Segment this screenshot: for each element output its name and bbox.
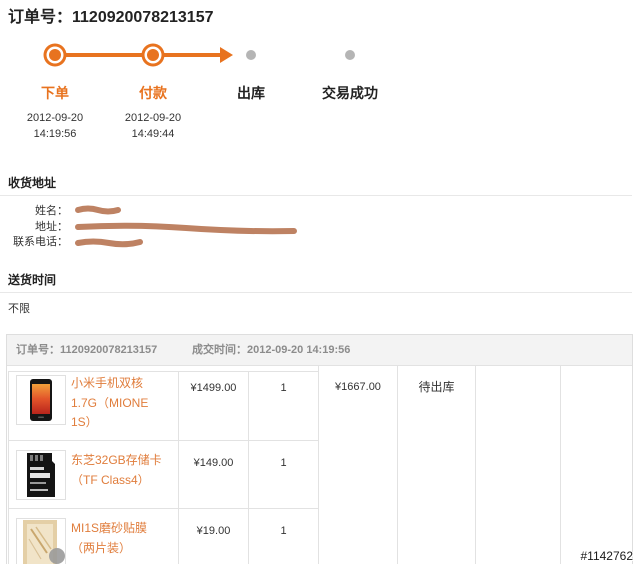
redaction-scribble-address [75, 222, 297, 235]
step-date: 2012-09-20 [26, 112, 84, 124]
page-title: 订单号：1120920078213157 [8, 9, 214, 26]
redaction-scribble-name [75, 205, 121, 215]
screen-film-thumbnail[interactable] [16, 518, 66, 564]
step-label: 出库 [237, 85, 265, 101]
delivery-time-value: 不限 [8, 303, 30, 315]
header-deal-time: 成交时间：2012-09-20 14:19:56 [192, 344, 351, 356]
order-table: 订单号：1120920078213157 成交时间：2012-09-20 14:… [6, 334, 633, 564]
order-progress-tracker [43, 43, 355, 67]
phone-icon [30, 379, 52, 421]
step-paid: 付款 2012-09-20 14:49:44 [113, 84, 193, 142]
phone-thumbnail[interactable] [16, 375, 66, 425]
memory-card-thumbnail[interactable] [16, 450, 66, 500]
product-name-link[interactable]: MI1S磨砂贴膜（两片装） [71, 519, 167, 558]
product-cell: 小米手机双核1.7G（MIONE 1S） [9, 372, 179, 440]
redaction-scribble-phone [75, 238, 143, 248]
field-label-address: 地址： [35, 220, 68, 233]
item-quantity: 1 [280, 457, 287, 469]
section-heading-shipping-address: 收货地址 [8, 176, 57, 190]
watermark-text: #1142762 [580, 549, 634, 563]
divider [0, 195, 632, 196]
step-label: 付款 [139, 85, 167, 101]
field-label-name: 姓名： [35, 205, 68, 217]
redaction-scribbles [75, 205, 297, 248]
step-time: 14:19:56 [33, 128, 77, 140]
step-time: 14:49:44 [131, 128, 175, 140]
table-row: 东芝32GB存储卡（TF Class4） ¥149.00 1 [9, 441, 318, 509]
divider [0, 292, 632, 293]
step-shipped: 出库 [211, 84, 291, 102]
header-order-number: 订单号：1120920078213157 [16, 344, 158, 356]
empty-column [560, 366, 632, 564]
product-cell: MI1S磨砂贴膜（两片装） [9, 509, 179, 564]
order-items: 小米手机双核1.7G（MIONE 1S） ¥1499.00 1 东芝32GB存储… [8, 371, 319, 564]
table-row: MI1S磨砂贴膜（两片装） ¥19.00 1 [9, 509, 318, 564]
item-quantity: 1 [280, 525, 287, 537]
order-total-amount: ¥1667.00 [318, 366, 397, 564]
order-status: 待出库 [397, 366, 475, 564]
item-price: ¥19.00 [179, 509, 249, 564]
step-label: 交易成功 [322, 85, 378, 101]
step-order-placed: 下单 2012-09-20 14:19:56 [15, 84, 95, 142]
screen-film-icon [23, 520, 65, 564]
item-price: ¥149.00 [179, 441, 249, 508]
field-label-phone: 联系电话： [13, 236, 68, 248]
table-row: 小米手机双核1.7G（MIONE 1S） ¥1499.00 1 [9, 372, 318, 441]
order-table-body: 小米手机双核1.7G（MIONE 1S） ¥1499.00 1 东芝32GB存储… [7, 366, 632, 564]
progress-arrow-icon [220, 47, 233, 63]
order-table-header: 订单号：1120920078213157 成交时间：2012-09-20 14:… [7, 335, 632, 366]
step-marker-center-dot [147, 49, 159, 61]
item-quantity: 1 [280, 382, 287, 394]
product-name-link[interactable]: 小米手机双核1.7G（MIONE 1S） [71, 374, 167, 433]
step-marker-center-dot [49, 49, 61, 61]
section-heading-delivery-time: 送货时间 [8, 273, 57, 287]
memory-card-icon [27, 453, 55, 497]
item-price: ¥1499.00 [179, 372, 249, 440]
step-marker-pending [345, 50, 355, 60]
step-date: 2012-09-20 [124, 112, 182, 124]
step-completed: 交易成功 [310, 84, 390, 102]
step-label: 下单 [41, 85, 69, 101]
product-name-link[interactable]: 东芝32GB存储卡（TF Class4） [71, 451, 167, 490]
empty-column [475, 366, 560, 564]
step-marker-pending [246, 50, 256, 60]
product-cell: 东芝32GB存储卡（TF Class4） [9, 441, 179, 508]
